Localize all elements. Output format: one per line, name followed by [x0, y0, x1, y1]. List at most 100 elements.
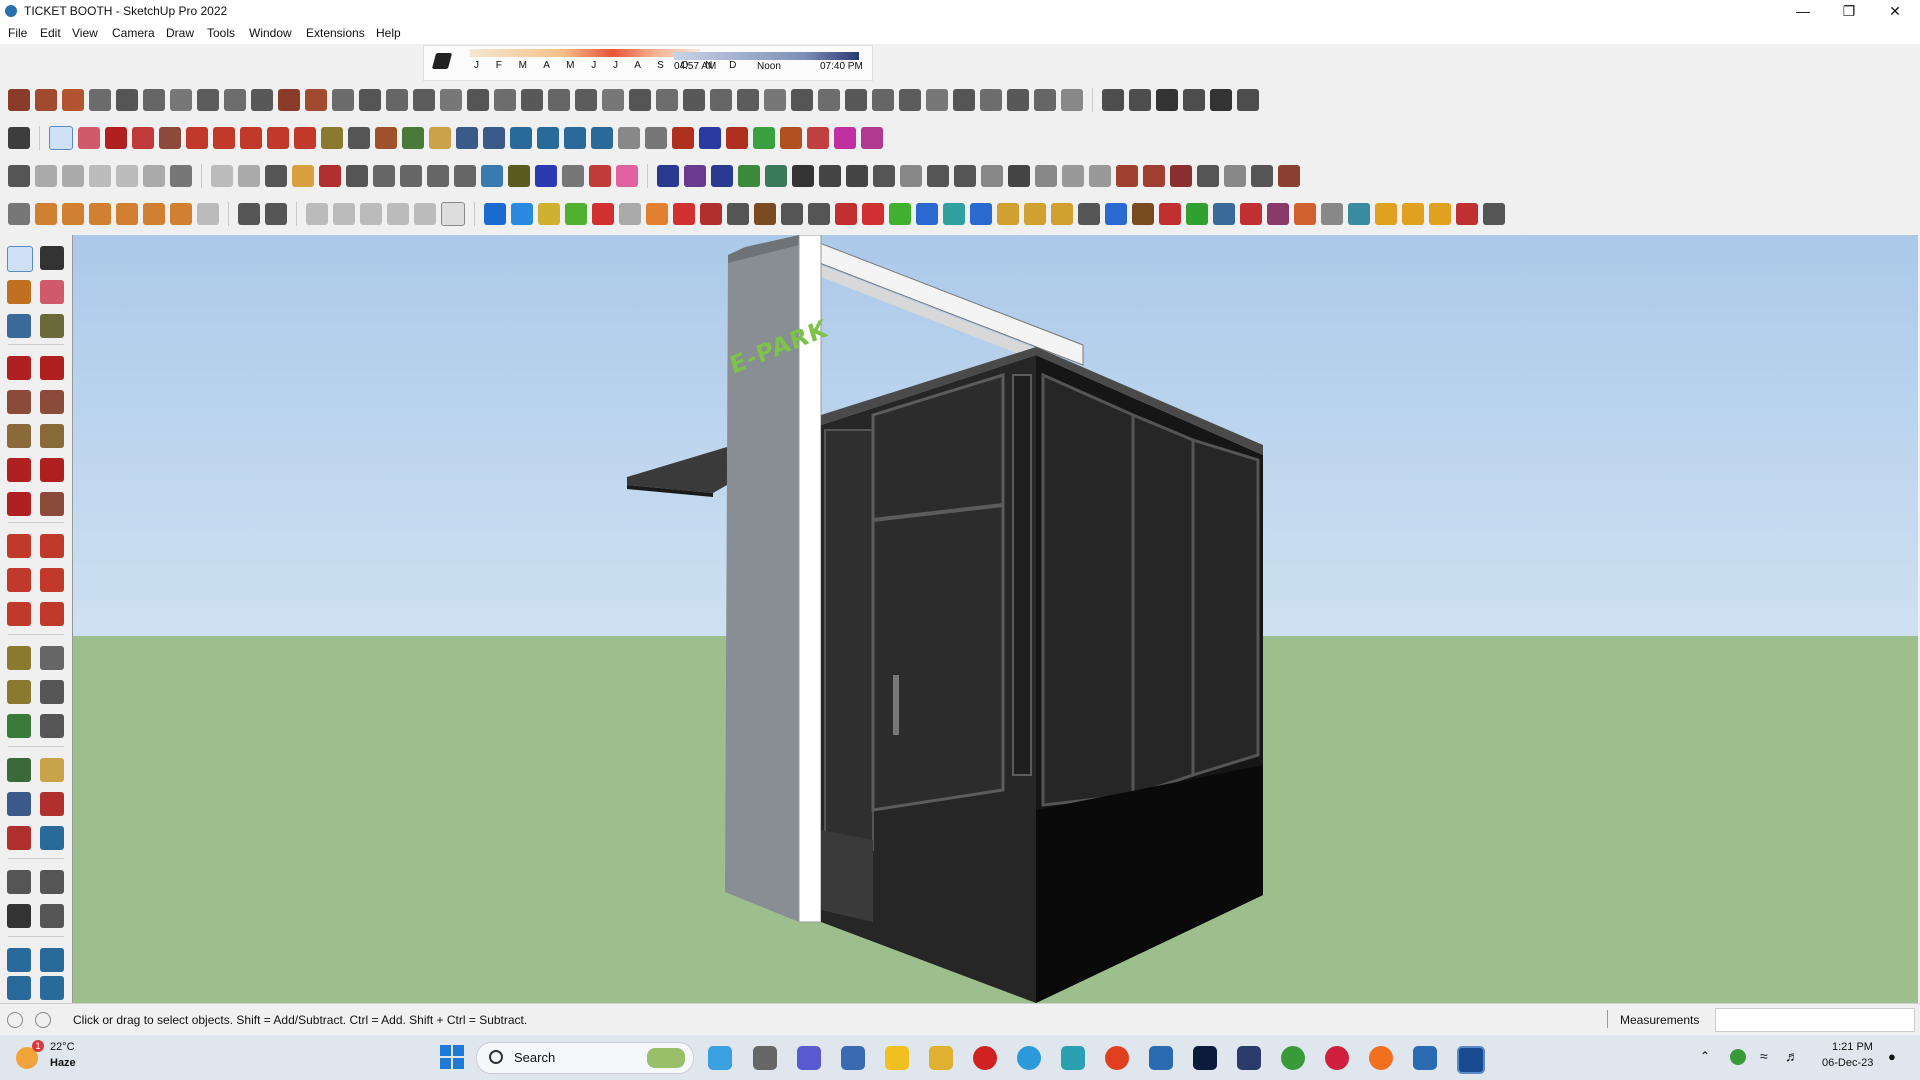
- extrude-icon[interactable]: [980, 89, 1002, 111]
- left-view-icon[interactable]: [170, 165, 192, 187]
- file-explorer-icon[interactable]: [929, 1046, 953, 1070]
- chain-icon[interactable]: [781, 203, 803, 225]
- panel-icon[interactable]: [1348, 203, 1370, 225]
- cross-blue-icon[interactable]: [916, 203, 938, 225]
- wall-icon[interactable]: [332, 89, 354, 111]
- geodesic-icon[interactable]: [387, 203, 409, 225]
- info-icon[interactable]: [35, 1012, 51, 1028]
- paste-icon[interactable]: [1062, 165, 1084, 187]
- slab-icon[interactable]: [494, 89, 516, 111]
- wifi-icon[interactable]: ≈: [1760, 1048, 1768, 1064]
- shadow-month-slider[interactable]: [470, 49, 700, 57]
- orbit-tool-icon[interactable]: [7, 758, 31, 782]
- spiral-icon[interactable]: [508, 165, 530, 187]
- cube-outline-icon[interactable]: [360, 203, 382, 225]
- roof-icon[interactable]: [305, 89, 327, 111]
- arc-tool-icon[interactable]: [132, 127, 154, 149]
- monochrome-icon[interactable]: [346, 165, 368, 187]
- bucket-icon[interactable]: [1132, 203, 1154, 225]
- cone-icon[interactable]: [89, 203, 111, 225]
- scale-icon[interactable]: [294, 127, 316, 149]
- garage-icon[interactable]: [1237, 89, 1259, 111]
- plane-blue-icon[interactable]: [484, 203, 506, 225]
- joist-icon[interactable]: [575, 89, 597, 111]
- eraser-icon[interactable]: [78, 127, 100, 149]
- trim-icon[interactable]: [791, 89, 813, 111]
- zoom-window-icon[interactable]: [456, 127, 478, 149]
- cone-teal-icon[interactable]: [943, 203, 965, 225]
- rectangle-tool-icon[interactable]: [7, 390, 31, 414]
- magnet-icon[interactable]: [1159, 203, 1181, 225]
- layers-left-icon[interactable]: [7, 976, 31, 1000]
- lasso-select-icon[interactable]: [40, 246, 64, 270]
- box-n-icon[interactable]: [780, 127, 802, 149]
- tag-tool-icon[interactable]: [40, 314, 64, 338]
- plane-lightblue-icon[interactable]: [511, 203, 533, 225]
- curve-icon[interactable]: [861, 127, 883, 149]
- tree-icon[interactable]: [970, 203, 992, 225]
- axes-icon[interactable]: [7, 714, 31, 738]
- box-x-icon[interactable]: [807, 127, 829, 149]
- leaf-icon[interactable]: [645, 127, 667, 149]
- layers-icon[interactable]: [537, 127, 559, 149]
- 3d-text-icon[interactable]: [40, 714, 64, 738]
- right-view-icon[interactable]: [116, 165, 138, 187]
- front-view-icon[interactable]: [89, 165, 111, 187]
- pencil-icon[interactable]: [105, 127, 127, 149]
- previous-view-icon[interactable]: [40, 826, 64, 850]
- home-icon[interactable]: [1156, 89, 1178, 111]
- profile-icon[interactable]: [953, 89, 975, 111]
- outer-shell-icon[interactable]: [927, 165, 949, 187]
- mesh-icon[interactable]: [1321, 203, 1343, 225]
- plane-yellow-icon[interactable]: [538, 203, 560, 225]
- plus-green-icon[interactable]: [889, 203, 911, 225]
- rotated-rectangle-icon[interactable]: [40, 390, 64, 414]
- menu-extensions[interactable]: Extensions: [306, 26, 365, 40]
- plane-green-icon[interactable]: [565, 203, 587, 225]
- polygon-icon[interactable]: [373, 165, 395, 187]
- three-point-arc-icon[interactable]: [7, 492, 31, 516]
- dome-icon[interactable]: [170, 203, 192, 225]
- paint-icon[interactable]: [7, 280, 31, 304]
- extension-warehouse-icon[interactable]: [1129, 89, 1151, 111]
- menu-window[interactable]: Window: [249, 26, 292, 40]
- bracket-icon[interactable]: [1186, 203, 1208, 225]
- zoom-extents-tool-icon[interactable]: [7, 826, 31, 850]
- minimize-button[interactable]: —: [1780, 0, 1826, 22]
- house-outline-icon[interactable]: [1210, 89, 1232, 111]
- select-arrow-icon[interactable]: [49, 126, 73, 150]
- parallelogram-icon[interactable]: [454, 165, 476, 187]
- joint-icon[interactable]: [1240, 203, 1262, 225]
- sandbox-icon[interactable]: [116, 89, 138, 111]
- bevel-icon[interactable]: [1061, 89, 1083, 111]
- section-plane-icon[interactable]: [657, 165, 679, 187]
- scale-tool-icon[interactable]: [7, 602, 31, 626]
- door-tool-icon[interactable]: [386, 89, 408, 111]
- camera-icon[interactable]: [8, 165, 30, 187]
- protractor-icon[interactable]: [7, 680, 31, 704]
- walk-icon[interactable]: [7, 904, 31, 928]
- swirl-icon[interactable]: [1051, 203, 1073, 225]
- tape-measure-icon[interactable]: [321, 127, 343, 149]
- sketchup-active-icon[interactable]: [1457, 1046, 1485, 1074]
- extension-left-icon[interactable]: [40, 976, 64, 1000]
- grid-icon[interactable]: [872, 89, 894, 111]
- push-pull-tool-icon[interactable]: [40, 534, 64, 558]
- ball-icon[interactable]: [414, 203, 436, 225]
- vray-icon[interactable]: [1237, 1046, 1261, 1070]
- gear-spiral-icon[interactable]: [1078, 203, 1100, 225]
- interact-icon[interactable]: [441, 202, 465, 226]
- task-view-icon[interactable]: [753, 1046, 777, 1070]
- chamfer-icon[interactable]: [589, 165, 611, 187]
- menu-view[interactable]: View: [72, 26, 98, 40]
- site-icon[interactable]: [765, 165, 787, 187]
- text-icon[interactable]: [348, 127, 370, 149]
- copy-icon[interactable]: [1035, 165, 1057, 187]
- flat-box-icon[interactable]: [673, 203, 695, 225]
- arc-tool-left-icon[interactable]: [7, 458, 31, 482]
- teams-icon[interactable]: [797, 1046, 821, 1070]
- stamp-icon[interactable]: [170, 89, 192, 111]
- move-icon[interactable]: [240, 127, 262, 149]
- building-icon[interactable]: [1183, 89, 1205, 111]
- two-point-arc-icon[interactable]: [40, 458, 64, 482]
